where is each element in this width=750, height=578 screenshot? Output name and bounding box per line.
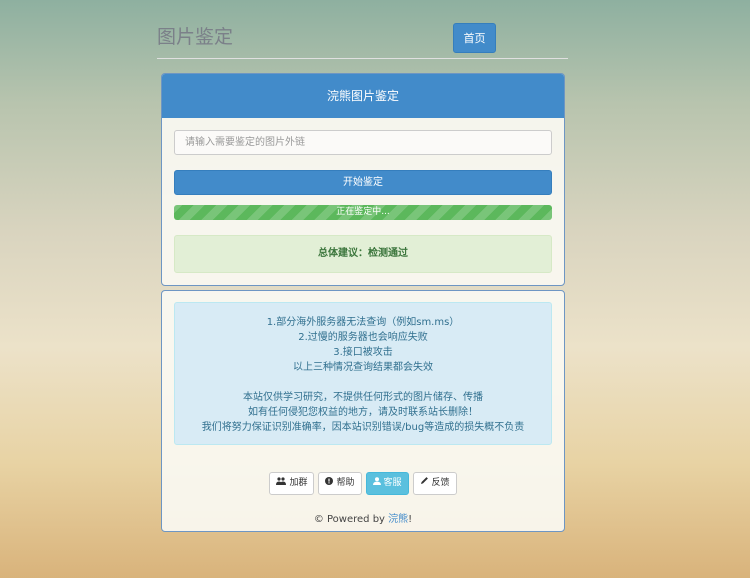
image-url-input[interactable]: 请输入需要鉴定的图片外链 xyxy=(174,130,552,155)
user-icon xyxy=(372,473,381,494)
notice-line: 3.接口被攻击 xyxy=(333,347,393,358)
join-group-label: 加群 xyxy=(289,478,308,488)
panel-title: 浣熊图片鉴定 xyxy=(162,74,564,118)
notice-line: 2.过慢的服务器也会响应失败 xyxy=(298,332,428,343)
progress-bar: 正在鉴定中... xyxy=(174,205,552,220)
start-check-button[interactable]: 开始鉴定 xyxy=(174,170,552,195)
users-icon xyxy=(276,473,287,494)
help-label: 帮助 xyxy=(336,478,355,488)
feedback-button[interactable]: 反馈 xyxy=(412,472,457,495)
notice-line: 我们将努力保证识别准确率，因本站识别错误/bug等造成的损失概不负责 xyxy=(201,422,525,433)
customer-service-label: 客服 xyxy=(383,478,402,488)
join-group-button[interactable]: 加群 xyxy=(269,472,315,495)
footer: © Powered by 浣熊! xyxy=(162,510,564,525)
action-buttons: 加群 帮助 客服 反馈 xyxy=(162,472,564,495)
info-panel: 1.部分海外服务器无法查询（例如sm.ms） 2.过慢的服务器也会响应失败 3.… xyxy=(161,290,565,532)
notice-line: 本站仅供学习研究，不提供任何形式的图片储存、传播 xyxy=(243,392,483,403)
customer-service-button[interactable]: 客服 xyxy=(365,472,409,495)
notice-box: 1.部分海外服务器无法查询（例如sm.ms） 2.过慢的服务器也会响应失败 3.… xyxy=(174,302,552,445)
pencil-icon xyxy=(420,473,429,494)
home-button[interactable]: 首页 xyxy=(453,23,496,53)
site-title: 图片鉴定 xyxy=(157,26,234,48)
notice-line: 如有任何侵犯您权益的地方，请及时联系站长删除！ xyxy=(248,407,478,418)
page-header: 图片鉴定 首页 xyxy=(157,14,568,59)
feedback-label: 反馈 xyxy=(431,478,450,488)
footer-suffix: ! xyxy=(408,514,413,525)
notice-line: 1.部分海外服务器无法查询（例如sm.ms） xyxy=(266,317,460,328)
notice-line: 以上三种情况查询结果都会失效 xyxy=(293,362,433,373)
progress-label: 正在鉴定中... xyxy=(336,207,390,217)
result-box: 总体建议：检测通过 xyxy=(174,235,552,273)
exclamation-circle-icon xyxy=(325,473,334,494)
help-button[interactable]: 帮助 xyxy=(318,472,362,495)
footer-prefix: © Powered by xyxy=(313,514,389,525)
footer-link[interactable]: 浣熊 xyxy=(388,514,408,525)
check-panel: 浣熊图片鉴定 请输入需要鉴定的图片外链 开始鉴定 正在鉴定中... 总体建议：检… xyxy=(161,73,565,286)
